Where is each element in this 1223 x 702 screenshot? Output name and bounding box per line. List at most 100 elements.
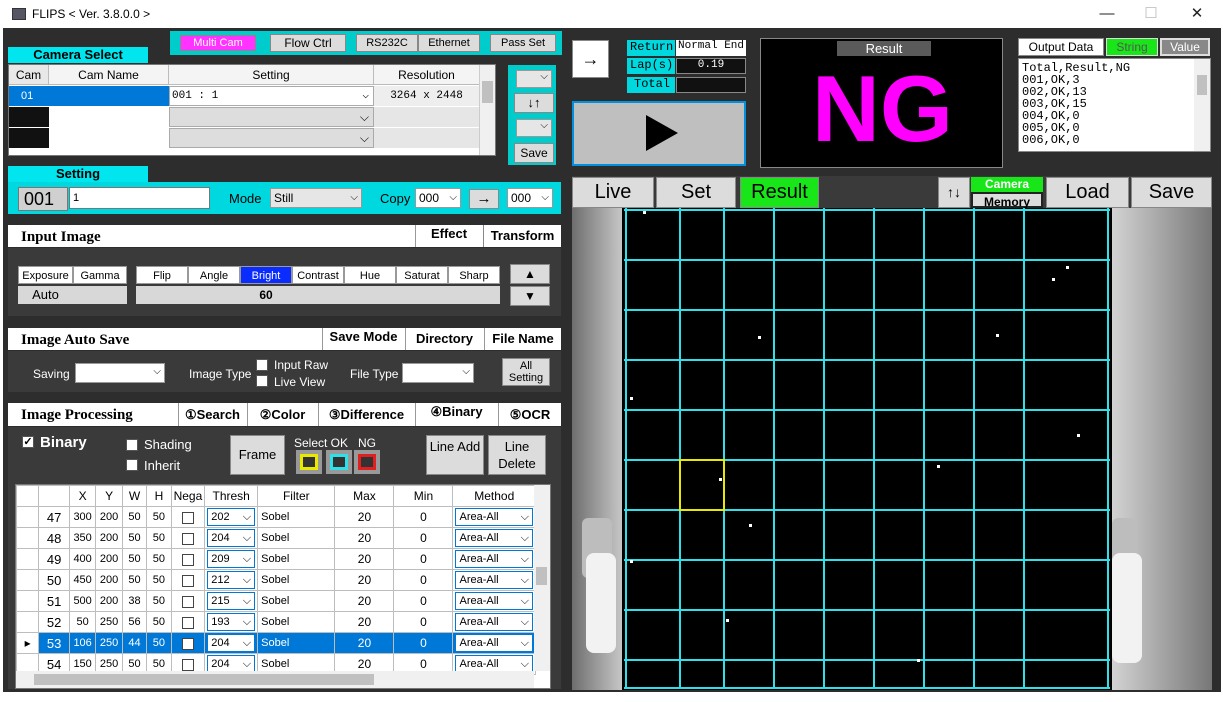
exposure-value[interactable]: Auto [18, 286, 73, 304]
binary-table-hscroll[interactable] [16, 671, 534, 688]
nega-checkbox[interactable] [181, 616, 194, 629]
inspection-image[interactable] [572, 208, 1212, 690]
table-row[interactable]: 51 500 200 38 50 215 ⌵ Sobel 20 0 Area-All ⌵ [16, 590, 536, 612]
arrow-right-icon[interactable]: → [572, 40, 609, 78]
row-method[interactable]: Area-All ⌵ [452, 611, 536, 633]
scroll-thumb[interactable] [1197, 75, 1207, 95]
swap-view-button[interactable]: ↑↓ [938, 177, 970, 208]
file-type-select[interactable]: ⌵ [402, 363, 474, 383]
line-delete-button[interactable]: Line Delete [488, 435, 546, 475]
table-row[interactable]: ▸ 53 106 250 44 50 204 ⌵ Sobel 20 0 Area-All ⌵ [16, 632, 536, 654]
camera-row-setting[interactable]: 001 : 1 ⌵ [169, 86, 374, 106]
tab-save-mode[interactable]: Save Mode [322, 328, 404, 350]
binary-table-vscroll[interactable] [534, 485, 550, 671]
nega-checkbox[interactable] [181, 637, 194, 650]
copy-from-select[interactable]: 000 ⌵ [415, 188, 461, 208]
camera-save-button[interactable]: Save [514, 143, 554, 163]
string-toggle[interactable]: String [1106, 38, 1158, 56]
nega-checkbox[interactable] [181, 658, 194, 671]
maximize-button[interactable]: ☐ [1136, 4, 1166, 24]
table-row[interactable]: 50 450 200 50 50 212 ⌵ Sobel 20 0 Area-All ⌵ [16, 569, 536, 591]
binary-checkbox[interactable]: ✓ [22, 436, 34, 448]
row-method[interactable]: Area-All ⌵ [452, 590, 536, 612]
camera-toggle[interactable]: Camera [971, 177, 1043, 192]
nega-checkbox[interactable] [181, 511, 194, 524]
frame-color-yellow[interactable] [296, 450, 322, 474]
camera-row-setting[interactable]: ⌵ [169, 107, 374, 127]
row-nega[interactable] [170, 569, 206, 591]
inherit-checkbox[interactable] [126, 459, 138, 471]
setting-name-input[interactable]: 1 [69, 187, 210, 209]
camera-row-cam[interactable]: 01 [9, 86, 49, 106]
table-row[interactable]: 49 400 200 50 50 209 ⌵ Sobel 20 0 Area-All ⌵ [16, 548, 536, 570]
row-method[interactable]: Area-All ⌵ [452, 548, 536, 570]
row-nega[interactable] [170, 590, 206, 612]
swap-updown-button[interactable]: ↓↑ [514, 93, 554, 113]
shading-checkbox[interactable] [126, 439, 138, 451]
copy-to-select[interactable]: 000 ⌵ [507, 188, 553, 208]
frame-color-cyan[interactable] [326, 450, 352, 474]
input-raw-checkbox[interactable] [256, 359, 268, 371]
row-nega[interactable] [170, 611, 206, 633]
all-setting-button[interactable]: All Setting [502, 358, 550, 386]
row-method[interactable]: Area-All ⌵ [452, 569, 536, 591]
multi-cam-button[interactable]: Multi Cam [180, 35, 256, 51]
row-thresh[interactable]: 204 ⌵ [204, 632, 259, 654]
table-row[interactable]: 47 300 200 50 50 202 ⌵ Sobel 20 0 Area-All ⌵ [16, 506, 536, 528]
mode-select[interactable]: Still ⌵ [270, 188, 362, 208]
row-thresh[interactable]: 204 ⌵ [204, 527, 259, 549]
camera-side-combo-bottom[interactable]: ⌵ [516, 119, 552, 137]
row-thresh[interactable]: 193 ⌵ [204, 611, 259, 633]
camera-row-cam[interactable] [9, 128, 49, 148]
row-thresh[interactable]: 209 ⌵ [204, 548, 259, 570]
scroll-thumb[interactable] [482, 81, 493, 103]
value-toggle[interactable]: Value [1160, 38, 1210, 56]
output-data-button[interactable]: Output Data [1018, 38, 1104, 56]
tab-color[interactable]: ②Color [247, 403, 317, 426]
nega-checkbox[interactable] [181, 532, 194, 545]
tab-search[interactable]: ①Search [178, 403, 246, 426]
copy-arrow-button[interactable]: → [469, 189, 499, 209]
live-view-checkbox[interactable] [256, 375, 268, 387]
run-button[interactable] [572, 101, 746, 166]
scroll-thumb[interactable] [536, 567, 547, 585]
table-row[interactable]: 52 50 250 56 50 193 ⌵ Sobel 20 0 Area-All ⌵ [16, 611, 536, 633]
rs232c-button[interactable]: RS232C [356, 34, 418, 52]
camera-row-setting[interactable]: ⌵ [169, 128, 374, 148]
flow-ctrl-button[interactable]: Flow Ctrl [270, 34, 346, 52]
frame-button[interactable]: Frame [230, 435, 285, 475]
row-method[interactable]: Area-All ⌵ [452, 632, 536, 654]
row-method[interactable]: Area-All ⌵ [452, 506, 536, 528]
tab-difference[interactable]: ③Difference [318, 403, 414, 426]
row-nega[interactable] [170, 506, 206, 528]
row-method[interactable]: Area-All ⌵ [452, 527, 536, 549]
nega-checkbox[interactable] [181, 595, 194, 608]
ethernet-button[interactable]: Ethernet [418, 34, 480, 52]
minimize-button[interactable]: — [1092, 4, 1122, 24]
down-button[interactable]: ▼ [510, 286, 550, 306]
close-button[interactable]: ✕ [1182, 4, 1212, 24]
output-scrollbar[interactable] [1194, 59, 1210, 151]
load-button[interactable]: Load [1046, 177, 1129, 208]
row-nega[interactable] [170, 632, 206, 654]
live-button[interactable]: Live [572, 177, 654, 208]
tab-binary[interactable]: ④Binary [415, 403, 497, 426]
set-button[interactable]: Set [656, 177, 736, 208]
scroll-thumb[interactable] [34, 674, 374, 685]
camera-table-scrollbar[interactable] [479, 65, 495, 155]
gamma-value[interactable] [73, 286, 127, 304]
nega-checkbox[interactable] [181, 574, 194, 587]
tab-ocr[interactable]: ⑤OCR [498, 403, 561, 426]
up-button[interactable]: ▲ [510, 264, 550, 284]
camera-row-name[interactable] [49, 86, 169, 106]
tab-directory[interactable]: Directory [405, 328, 483, 350]
tab-transform[interactable]: Transform [483, 225, 561, 247]
memory-toggle[interactable]: Memory [971, 192, 1043, 209]
line-add-button[interactable]: Line Add [426, 435, 484, 475]
camera-row-cam[interactable] [9, 107, 49, 127]
result-button[interactable]: Result [740, 177, 819, 208]
table-row[interactable]: 48 350 200 50 50 204 ⌵ Sobel 20 0 Area-All ⌵ [16, 527, 536, 549]
row-thresh[interactable]: 215 ⌵ [204, 590, 259, 612]
save-button[interactable]: Save [1131, 177, 1212, 208]
saving-select[interactable]: ⌵ [75, 363, 165, 383]
